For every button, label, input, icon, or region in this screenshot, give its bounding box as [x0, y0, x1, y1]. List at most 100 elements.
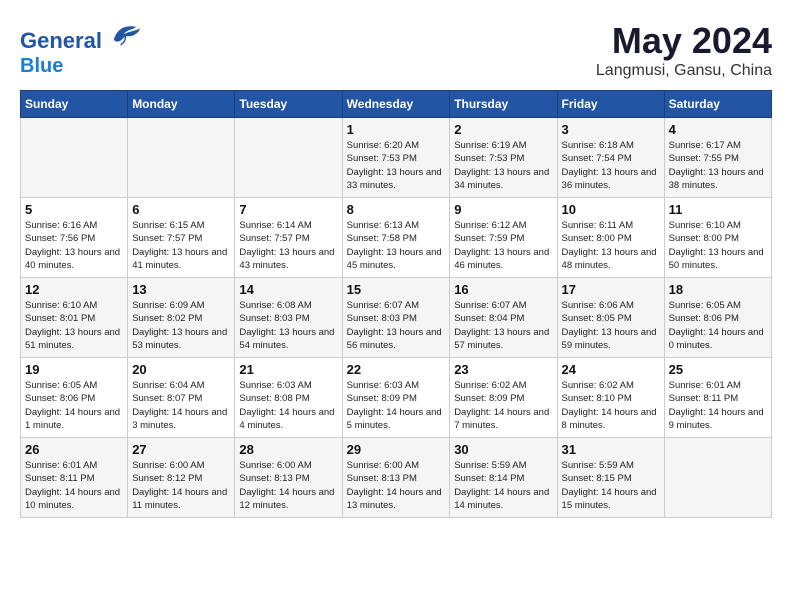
day-info: Sunrise: 6:07 AM Sunset: 8:04 PM Dayligh… — [454, 299, 552, 352]
day-info: Sunrise: 6:14 AM Sunset: 7:57 PM Dayligh… — [239, 219, 337, 272]
day-number: 8 — [347, 202, 446, 217]
day-info: Sunrise: 6:11 AM Sunset: 8:00 PM Dayligh… — [562, 219, 660, 272]
table-row: 7 Sunrise: 6:14 AM Sunset: 7:57 PM Dayli… — [235, 198, 342, 278]
day-number: 18 — [669, 282, 767, 297]
day-number: 2 — [454, 122, 552, 137]
table-row: 24 Sunrise: 6:02 AM Sunset: 8:10 PM Dayl… — [557, 358, 664, 438]
day-number: 27 — [132, 442, 230, 457]
table-row: 18 Sunrise: 6:05 AM Sunset: 8:06 PM Dayl… — [664, 278, 771, 358]
day-number: 7 — [239, 202, 337, 217]
day-info: Sunrise: 6:03 AM Sunset: 8:08 PM Dayligh… — [239, 379, 337, 432]
table-row: 9 Sunrise: 6:12 AM Sunset: 7:59 PM Dayli… — [450, 198, 557, 278]
logo-text: General Blue — [20, 20, 140, 77]
table-row: 22 Sunrise: 6:03 AM Sunset: 8:09 PM Dayl… — [342, 358, 450, 438]
day-header-row: Sunday Monday Tuesday Wednesday Thursday… — [21, 91, 772, 118]
day-info: Sunrise: 6:01 AM Sunset: 8:11 PM Dayligh… — [669, 379, 767, 432]
day-number: 16 — [454, 282, 552, 297]
table-row: 6 Sunrise: 6:15 AM Sunset: 7:57 PM Dayli… — [128, 198, 235, 278]
calendar-table: Sunday Monday Tuesday Wednesday Thursday… — [20, 90, 772, 518]
table-row: 2 Sunrise: 6:19 AM Sunset: 7:53 PM Dayli… — [450, 118, 557, 198]
header-friday: Friday — [557, 91, 664, 118]
day-number: 24 — [562, 362, 660, 377]
day-info: Sunrise: 6:06 AM Sunset: 8:05 PM Dayligh… — [562, 299, 660, 352]
day-info: Sunrise: 6:03 AM Sunset: 8:09 PM Dayligh… — [347, 379, 446, 432]
day-info: Sunrise: 5:59 AM Sunset: 8:14 PM Dayligh… — [454, 459, 552, 512]
table-row — [235, 118, 342, 198]
calendar-week-row: 5 Sunrise: 6:16 AM Sunset: 7:56 PM Dayli… — [21, 198, 772, 278]
day-number: 23 — [454, 362, 552, 377]
day-info: Sunrise: 6:10 AM Sunset: 8:00 PM Dayligh… — [669, 219, 767, 272]
day-info: Sunrise: 6:19 AM Sunset: 7:53 PM Dayligh… — [454, 139, 552, 192]
calendar-subtitle: Langmusi, Gansu, China — [596, 62, 772, 80]
table-row: 19 Sunrise: 6:05 AM Sunset: 8:06 PM Dayl… — [21, 358, 128, 438]
day-info: Sunrise: 6:00 AM Sunset: 8:12 PM Dayligh… — [132, 459, 230, 512]
logo: General Blue — [20, 20, 140, 77]
table-row: 27 Sunrise: 6:00 AM Sunset: 8:12 PM Dayl… — [128, 438, 235, 518]
table-row: 28 Sunrise: 6:00 AM Sunset: 8:13 PM Dayl… — [235, 438, 342, 518]
table-row: 21 Sunrise: 6:03 AM Sunset: 8:08 PM Dayl… — [235, 358, 342, 438]
header-tuesday: Tuesday — [235, 91, 342, 118]
day-info: Sunrise: 6:17 AM Sunset: 7:55 PM Dayligh… — [669, 139, 767, 192]
calendar-week-row: 12 Sunrise: 6:10 AM Sunset: 8:01 PM Dayl… — [21, 278, 772, 358]
day-number: 6 — [132, 202, 230, 217]
table-row: 1 Sunrise: 6:20 AM Sunset: 7:53 PM Dayli… — [342, 118, 450, 198]
day-info: Sunrise: 6:07 AM Sunset: 8:03 PM Dayligh… — [347, 299, 446, 352]
day-number: 21 — [239, 362, 337, 377]
table-row — [664, 438, 771, 518]
day-number: 19 — [25, 362, 123, 377]
day-number: 14 — [239, 282, 337, 297]
table-row: 13 Sunrise: 6:09 AM Sunset: 8:02 PM Dayl… — [128, 278, 235, 358]
day-number: 12 — [25, 282, 123, 297]
table-row: 17 Sunrise: 6:06 AM Sunset: 8:05 PM Dayl… — [557, 278, 664, 358]
table-row: 3 Sunrise: 6:18 AM Sunset: 7:54 PM Dayli… — [557, 118, 664, 198]
table-row — [21, 118, 128, 198]
table-row: 25 Sunrise: 6:01 AM Sunset: 8:11 PM Dayl… — [664, 358, 771, 438]
day-info: Sunrise: 6:18 AM Sunset: 7:54 PM Dayligh… — [562, 139, 660, 192]
table-row: 12 Sunrise: 6:10 AM Sunset: 8:01 PM Dayl… — [21, 278, 128, 358]
header-saturday: Saturday — [664, 91, 771, 118]
page-header: General Blue May 2024 Langmusi, Gansu, C… — [20, 20, 772, 80]
table-row: 16 Sunrise: 6:07 AM Sunset: 8:04 PM Dayl… — [450, 278, 557, 358]
day-number: 26 — [25, 442, 123, 457]
calendar-week-row: 26 Sunrise: 6:01 AM Sunset: 8:11 PM Dayl… — [21, 438, 772, 518]
day-number: 11 — [669, 202, 767, 217]
table-row: 5 Sunrise: 6:16 AM Sunset: 7:56 PM Dayli… — [21, 198, 128, 278]
header-thursday: Thursday — [450, 91, 557, 118]
day-info: Sunrise: 6:02 AM Sunset: 8:09 PM Dayligh… — [454, 379, 552, 432]
day-number: 15 — [347, 282, 446, 297]
calendar-week-row: 1 Sunrise: 6:20 AM Sunset: 7:53 PM Dayli… — [21, 118, 772, 198]
day-info: Sunrise: 6:10 AM Sunset: 8:01 PM Dayligh… — [25, 299, 123, 352]
table-row: 8 Sunrise: 6:13 AM Sunset: 7:58 PM Dayli… — [342, 198, 450, 278]
day-info: Sunrise: 6:08 AM Sunset: 8:03 PM Dayligh… — [239, 299, 337, 352]
day-info: Sunrise: 6:05 AM Sunset: 8:06 PM Dayligh… — [669, 299, 767, 352]
day-info: Sunrise: 6:15 AM Sunset: 7:57 PM Dayligh… — [132, 219, 230, 272]
calendar-week-row: 19 Sunrise: 6:05 AM Sunset: 8:06 PM Dayl… — [21, 358, 772, 438]
table-row: 26 Sunrise: 6:01 AM Sunset: 8:11 PM Dayl… — [21, 438, 128, 518]
header-sunday: Sunday — [21, 91, 128, 118]
table-row: 15 Sunrise: 6:07 AM Sunset: 8:03 PM Dayl… — [342, 278, 450, 358]
day-number: 13 — [132, 282, 230, 297]
day-number: 20 — [132, 362, 230, 377]
day-number: 31 — [562, 442, 660, 457]
day-info: Sunrise: 6:16 AM Sunset: 7:56 PM Dayligh… — [25, 219, 123, 272]
day-number: 28 — [239, 442, 337, 457]
table-row: 29 Sunrise: 6:00 AM Sunset: 8:13 PM Dayl… — [342, 438, 450, 518]
day-number: 5 — [25, 202, 123, 217]
day-info: Sunrise: 6:02 AM Sunset: 8:10 PM Dayligh… — [562, 379, 660, 432]
day-info: Sunrise: 6:09 AM Sunset: 8:02 PM Dayligh… — [132, 299, 230, 352]
day-number: 17 — [562, 282, 660, 297]
table-row — [128, 118, 235, 198]
table-row: 14 Sunrise: 6:08 AM Sunset: 8:03 PM Dayl… — [235, 278, 342, 358]
day-info: Sunrise: 6:04 AM Sunset: 8:07 PM Dayligh… — [132, 379, 230, 432]
day-info: Sunrise: 6:00 AM Sunset: 8:13 PM Dayligh… — [239, 459, 337, 512]
table-row: 4 Sunrise: 6:17 AM Sunset: 7:55 PM Dayli… — [664, 118, 771, 198]
day-info: Sunrise: 6:20 AM Sunset: 7:53 PM Dayligh… — [347, 139, 446, 192]
day-number: 1 — [347, 122, 446, 137]
day-info: Sunrise: 6:13 AM Sunset: 7:58 PM Dayligh… — [347, 219, 446, 272]
day-number: 4 — [669, 122, 767, 137]
table-row: 23 Sunrise: 6:02 AM Sunset: 8:09 PM Dayl… — [450, 358, 557, 438]
table-row: 11 Sunrise: 6:10 AM Sunset: 8:00 PM Dayl… — [664, 198, 771, 278]
day-info: Sunrise: 6:00 AM Sunset: 8:13 PM Dayligh… — [347, 459, 446, 512]
header-wednesday: Wednesday — [342, 91, 450, 118]
table-row: 10 Sunrise: 6:11 AM Sunset: 8:00 PM Dayl… — [557, 198, 664, 278]
